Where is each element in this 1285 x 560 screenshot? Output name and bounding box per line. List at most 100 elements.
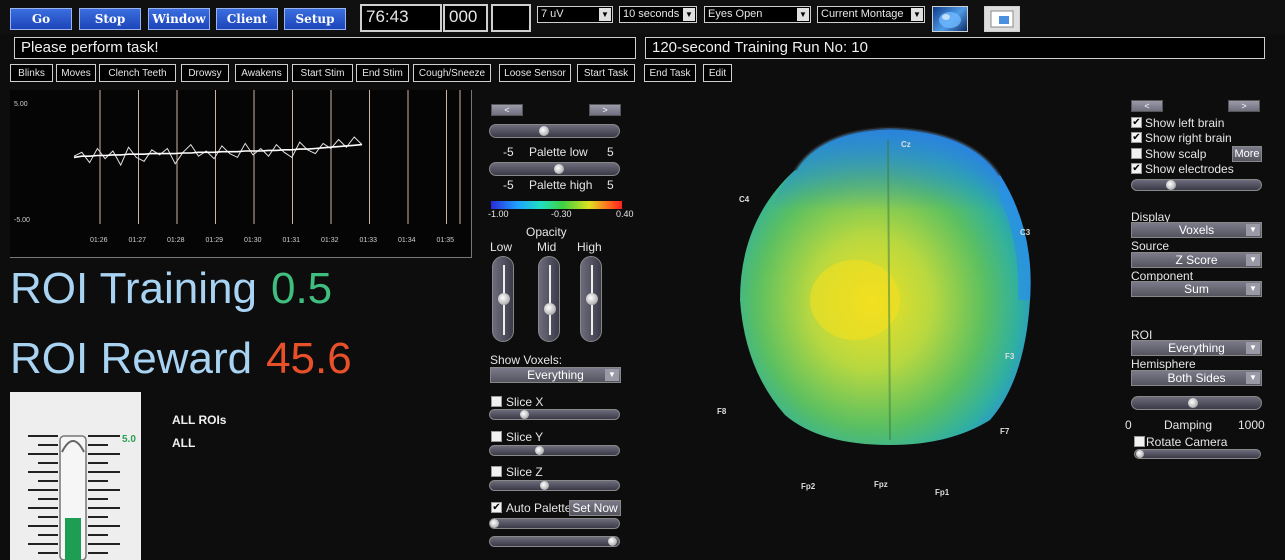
electrode-size-slider[interactable] xyxy=(1131,179,1262,191)
rotate-speed-slider[interactable] xyxy=(1134,449,1261,459)
roi-reward-value: 45.6 xyxy=(266,334,352,383)
event-button-cough-sneeze[interactable]: Cough/Sneeze xyxy=(413,64,491,82)
event-button-moves[interactable]: Moves xyxy=(56,64,96,82)
chevron-down-icon: ▼ xyxy=(599,8,611,21)
show-scalp-checkbox[interactable] xyxy=(1131,148,1142,159)
show-electrodes-label: Show electrodes xyxy=(1145,162,1234,176)
display-dropdown[interactable]: Voxels ▼ xyxy=(1131,222,1262,238)
slider-knob[interactable] xyxy=(608,537,617,546)
palette-next-button[interactable]: > xyxy=(589,104,621,116)
event-button-end-task[interactable]: End Task xyxy=(644,64,696,82)
setup-button[interactable]: Setup xyxy=(284,8,346,30)
rotate-camera-checkbox[interactable] xyxy=(1134,436,1145,447)
palette-low-min: -5 xyxy=(503,145,514,159)
slice-z-slider[interactable] xyxy=(489,480,620,491)
view-next-button[interactable]: > xyxy=(1228,100,1260,112)
reward-thermometer: 5.0 xyxy=(10,392,141,560)
damping-slider[interactable] xyxy=(1131,396,1262,410)
event-button-start-stim[interactable]: Start Stim xyxy=(292,64,353,82)
view-prev-button[interactable]: < xyxy=(1131,100,1163,112)
slider-knob[interactable] xyxy=(539,126,549,136)
slider-knob[interactable] xyxy=(520,410,529,419)
chart-series-raw xyxy=(73,136,363,167)
client-button[interactable]: Client xyxy=(216,8,278,30)
hemisphere-dropdown[interactable]: Both Sides ▼ xyxy=(1131,370,1262,386)
component-dropdown[interactable]: Sum ▼ xyxy=(1131,281,1262,297)
electrode-cz: Cz xyxy=(901,140,911,149)
show-voxels-label: Show Voxels: xyxy=(490,353,563,367)
head-model-icon[interactable] xyxy=(932,6,968,32)
event-button-drowsy[interactable]: Drowsy xyxy=(181,64,229,82)
event-button-blinks[interactable]: Blinks xyxy=(10,64,53,82)
window-button[interactable]: Window xyxy=(148,8,210,30)
chevron-down-icon: ▼ xyxy=(1246,342,1260,354)
event-button-edit[interactable]: Edit xyxy=(703,64,732,82)
brain-3d-view[interactable]: Cz C4 C3 F3 F8 F7 Fp2 Fpz Fp1 xyxy=(700,100,1080,530)
slider-knob[interactable] xyxy=(554,164,564,174)
scale-value: 7 uV xyxy=(541,8,564,20)
chart-y-tick-label: 5.00 xyxy=(14,101,28,108)
damping-min: 0 xyxy=(1125,418,1132,432)
damping-label: Damping xyxy=(1164,418,1213,432)
opacity-low-label: Low xyxy=(490,240,513,254)
chevron-down-icon: ▼ xyxy=(1246,224,1260,236)
slice-y-slider[interactable] xyxy=(489,445,620,456)
auto-palette-slider-1[interactable] xyxy=(489,518,620,529)
roi-training-label: ROI Training xyxy=(10,264,257,313)
slice-x-checkbox[interactable] xyxy=(491,396,502,407)
chart-x-tick-label: 01:27 xyxy=(129,237,147,244)
montage-dropdown[interactable]: Current Montage ▼ xyxy=(817,6,925,23)
show-voxels-dropdown[interactable]: Everything ▼ xyxy=(490,367,621,383)
event-button-clench-teeth[interactable]: Clench Teeth xyxy=(99,64,176,82)
slider-knob[interactable] xyxy=(540,481,549,490)
palette-low-slider[interactable] xyxy=(489,124,620,138)
image-icon[interactable] xyxy=(984,6,1020,32)
palette-prev-button[interactable]: < xyxy=(491,104,523,116)
slider-knob[interactable] xyxy=(535,446,544,455)
event-button-awakens[interactable]: Awakens xyxy=(235,64,288,82)
roi-dropdown[interactable]: Everything ▼ xyxy=(1131,340,1262,356)
event-button-start-task[interactable]: Start Task xyxy=(577,64,635,82)
opacity-mid-slider[interactable] xyxy=(538,256,560,342)
slider-knob[interactable] xyxy=(498,293,510,305)
slice-y-checkbox[interactable] xyxy=(491,431,502,442)
hemisphere-value: Both Sides xyxy=(1167,371,1226,385)
chart-x-tick-label: 01:31 xyxy=(283,237,301,244)
electrode-f7: F7 xyxy=(1000,427,1010,436)
go-button[interactable]: Go xyxy=(10,8,72,30)
opacity-low-slider[interactable] xyxy=(492,256,514,342)
show-right-brain-checkbox[interactable]: ✔ xyxy=(1131,132,1142,143)
show-electrodes-checkbox[interactable]: ✔ xyxy=(1131,163,1142,174)
slider-knob[interactable] xyxy=(544,303,556,315)
slice-z-checkbox[interactable] xyxy=(491,466,502,477)
chart-x-tick-label: 01:26 xyxy=(90,237,108,244)
epoch-dropdown[interactable]: 10 seconds ▼ xyxy=(619,6,697,23)
opacity-high-slider[interactable] xyxy=(580,256,602,342)
event-button-end-stim[interactable]: End Stim xyxy=(356,64,409,82)
set-now-button[interactable]: Set Now xyxy=(569,500,621,516)
slice-x-slider[interactable] xyxy=(489,409,620,420)
slider-knob[interactable] xyxy=(1166,180,1176,190)
show-right-brain-label: Show right brain xyxy=(1145,131,1232,145)
slider-knob[interactable] xyxy=(586,293,598,305)
chart-plot: 01:26 01:27 01:28 01:29 01:30 01:31 01:32 01:33… xyxy=(14,90,461,244)
event-button-loose-sensor[interactable]: Loose Sensor xyxy=(499,64,571,82)
source-dropdown[interactable]: Z Score ▼ xyxy=(1131,252,1262,268)
auto-palette-checkbox[interactable]: ✔ xyxy=(491,502,502,513)
electrode-fpz: Fpz xyxy=(874,480,888,489)
damping-max: 1000 xyxy=(1238,418,1265,432)
palette-high-slider[interactable] xyxy=(489,162,620,176)
electrode-c3: C3 xyxy=(1020,228,1031,237)
condition-dropdown[interactable]: Eyes Open ▼ xyxy=(704,6,811,23)
opacity-label: Opacity xyxy=(526,225,567,239)
auto-palette-slider-2[interactable] xyxy=(489,536,620,547)
slider-knob[interactable] xyxy=(490,519,499,528)
stop-button[interactable]: Stop xyxy=(79,8,141,30)
palette-low-max: 5 xyxy=(607,145,614,159)
more-button[interactable]: More xyxy=(1232,146,1262,162)
chevron-down-icon: ▼ xyxy=(605,369,619,381)
slider-knob[interactable] xyxy=(1188,398,1198,408)
show-left-brain-checkbox[interactable]: ✔ xyxy=(1131,117,1142,128)
scale-dropdown[interactable]: 7 uV ▼ xyxy=(537,6,613,23)
slider-knob[interactable] xyxy=(1136,450,1144,458)
